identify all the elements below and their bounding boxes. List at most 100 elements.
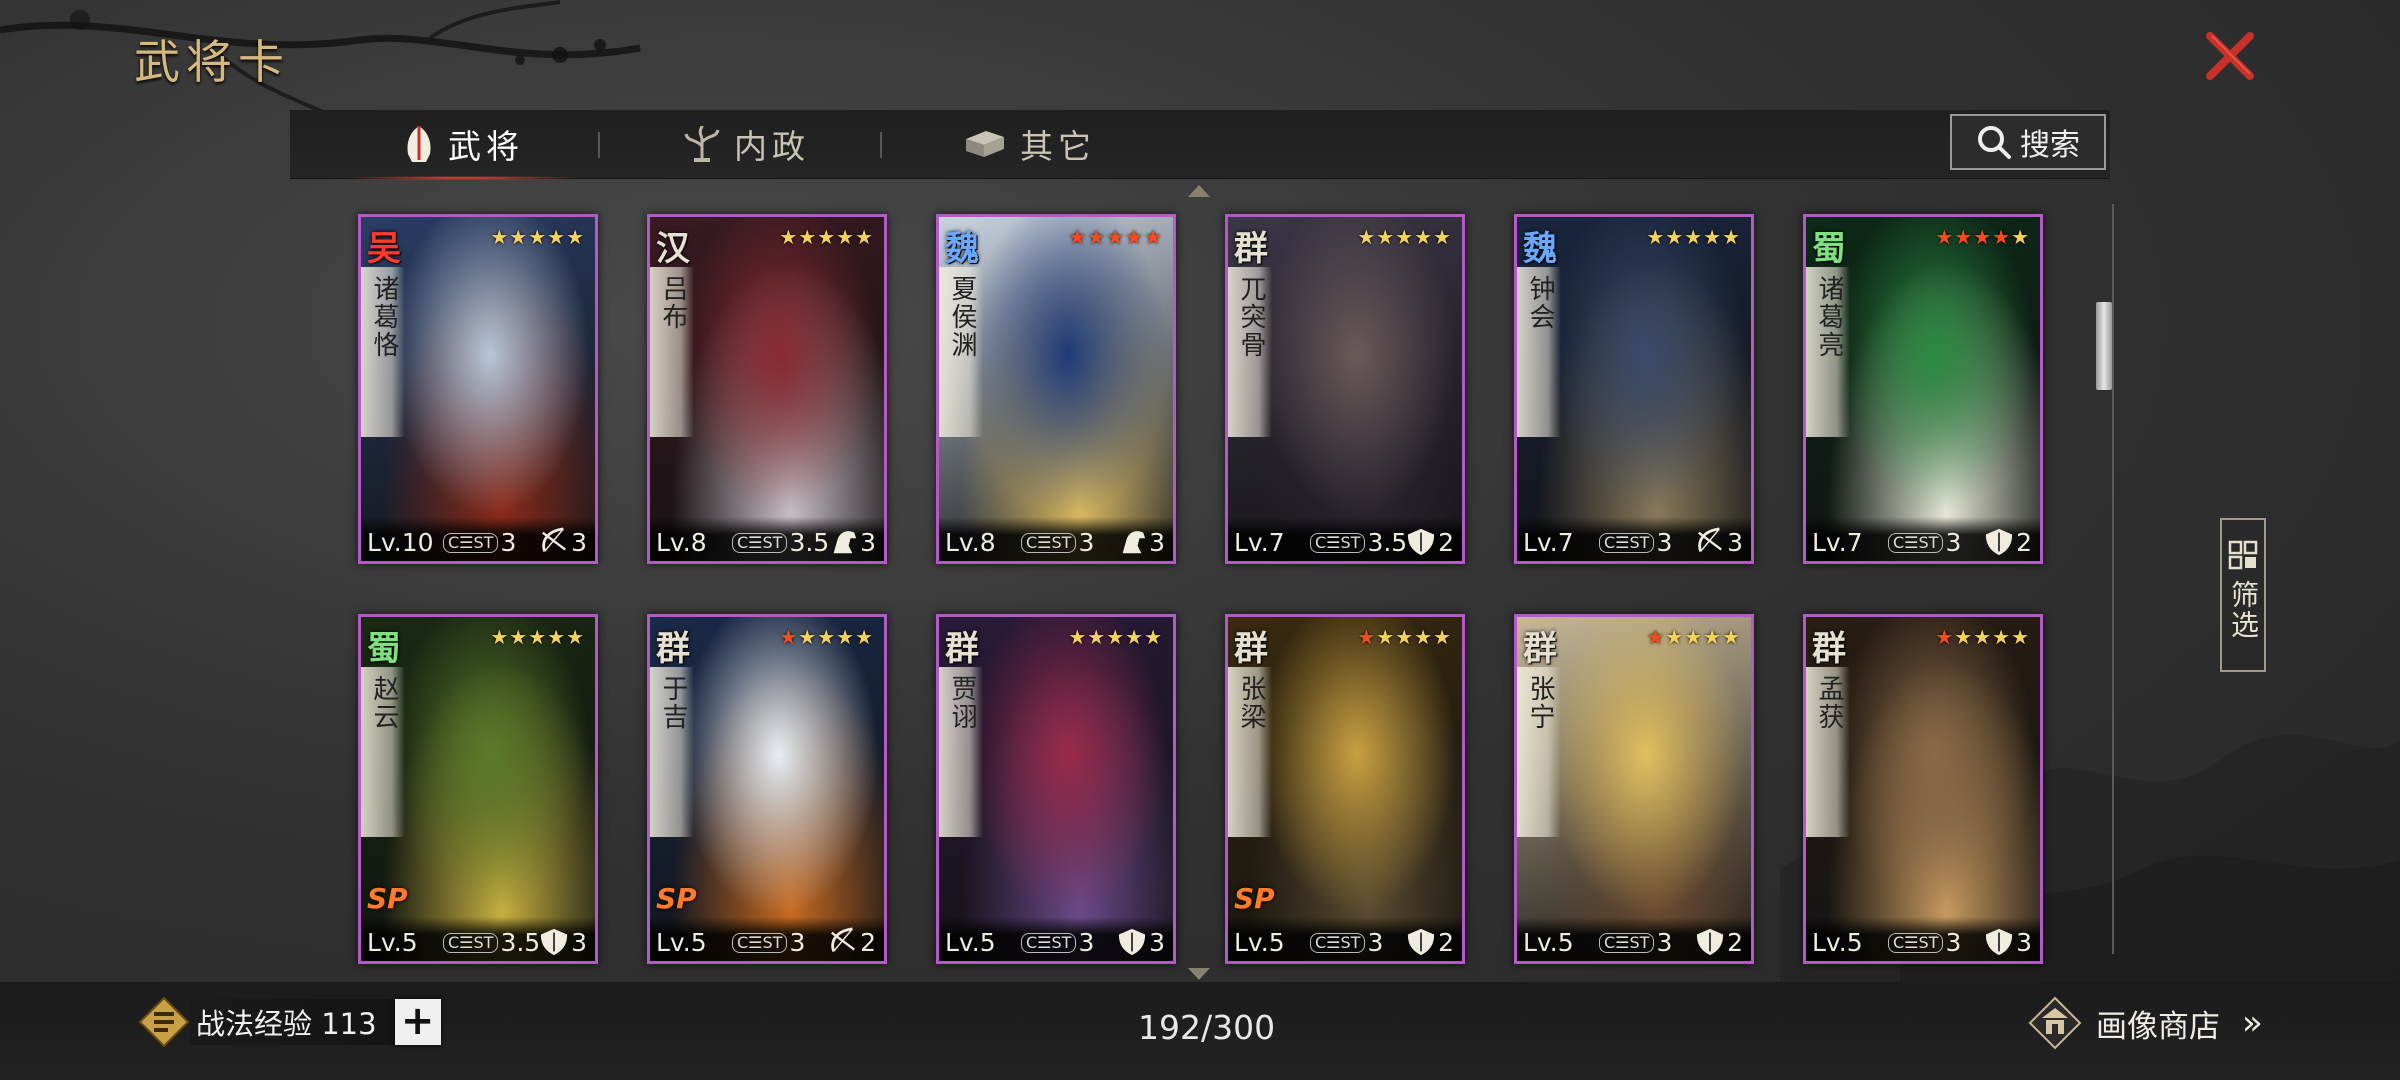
general-name: 赵云	[369, 675, 399, 731]
general-card[interactable]: 蜀诸葛亮 ★★★★★ Lv.7 C☰ST 3 2	[1803, 214, 2043, 564]
general-level: Lv.7	[1812, 528, 1863, 557]
star-rating: ★★★★★	[1935, 225, 2030, 249]
troop-count: 2	[1438, 527, 1454, 557]
general-level: Lv.5	[945, 928, 996, 957]
shield-icon	[1407, 528, 1435, 556]
cost-value: 3.5	[1367, 528, 1408, 557]
general-name: 张梁	[1236, 675, 1266, 731]
card-footer: Lv.5 C☰ST 3 3	[939, 917, 1173, 961]
troop-count: 3	[571, 527, 587, 557]
general-level: Lv.7	[1234, 528, 1285, 557]
cost-value: 3	[1078, 928, 1095, 957]
cost-icon: C☰ST	[1310, 532, 1366, 553]
general-name: 吕布	[658, 275, 688, 331]
card-footer: Lv.10 C☰ST 3 3	[361, 517, 595, 561]
bow-icon	[1698, 527, 1723, 552]
card-footer: Lv.5 C☰ST 3 2	[1517, 917, 1751, 961]
star-rating: ★★★★★	[779, 225, 874, 249]
cost-icon: C☰ST	[1021, 932, 1077, 953]
troop-type: 3	[826, 527, 876, 557]
horse-icon	[1122, 531, 1146, 554]
general-name: 于吉	[658, 675, 688, 731]
scroll-down-arrow-icon	[1188, 968, 1210, 980]
search-label: 搜索	[2020, 128, 2080, 163]
star-rating: ★★★★★	[1646, 225, 1741, 249]
general-level: Lv.5	[1812, 928, 1863, 957]
tab-others[interactable]: 其它	[962, 110, 1096, 178]
close-icon[interactable]	[2202, 28, 2258, 84]
card-footer: Lv.5 C☰ST 3 2	[1228, 917, 1462, 961]
star-rating: ★★★★★	[1357, 625, 1452, 649]
horse-icon	[833, 531, 857, 554]
add-exp-button[interactable]: +	[394, 999, 441, 1045]
tab-label: 其它	[1020, 127, 1096, 166]
general-cost: C☰ST 3	[1599, 928, 1672, 957]
general-card[interactable]: 汉吕布 ★★★★★ Lv.8 C☰ST 3.5 3	[647, 214, 887, 564]
cost-icon: C☰ST	[732, 932, 788, 953]
star-rating: ★★★★★	[490, 625, 585, 649]
cost-icon: C☰ST	[1888, 532, 1944, 553]
chevron-double-right-icon: »	[2242, 1003, 2263, 1043]
star-rating: ★★★★★	[1646, 625, 1741, 649]
tab-generals[interactable]: 武将	[342, 110, 584, 180]
scrollbar-thumb[interactable]	[2096, 302, 2112, 390]
filter-button[interactable]: 筛选	[2220, 518, 2266, 672]
tab-divider	[880, 132, 882, 158]
troop-count: 2	[860, 927, 876, 957]
cost-value: 3	[1945, 928, 1962, 957]
general-cost: C☰ST 3	[732, 928, 805, 957]
general-card[interactable]: 蜀赵云 ★★★★★ SP Lv.5 C☰ST 3.5 3	[358, 614, 598, 964]
general-name: 孟获	[1814, 675, 1844, 731]
troop-type: 3	[537, 527, 587, 557]
star-rating: ★★★★★	[1357, 225, 1452, 249]
general-card[interactable]: 魏钟会 ★★★★★ Lv.7 C☰ST 3 3	[1514, 214, 1754, 564]
star-rating: ★★★★★	[490, 225, 585, 249]
troop-type: 2	[1982, 527, 2032, 557]
cost-value: 3.5	[500, 928, 541, 957]
general-card[interactable]: 魏夏侯渊 ★★★★★ Lv.8 C☰ST 3 3	[936, 214, 1176, 564]
helmet-icon	[407, 126, 431, 162]
card-footer: Lv.5 C☰ST 3.5 3	[361, 917, 595, 961]
shield-icon	[1985, 928, 2013, 956]
tab-internal-affairs[interactable]: 内政	[682, 110, 810, 178]
general-cost: C☰ST 3.5	[443, 928, 540, 957]
tree-icon	[684, 125, 720, 162]
cost-value: 3	[500, 528, 517, 557]
general-name: 夏侯渊	[947, 275, 977, 359]
star-rating: ★★★★★	[779, 625, 874, 649]
search-button[interactable]: 搜索	[1950, 114, 2106, 170]
troop-count: 2	[2016, 527, 2032, 557]
scroll-up-arrow-icon	[1188, 185, 1210, 197]
general-card[interactable]: 群兀突骨 ★★★★★ Lv.7 C☰ST 3.5 2	[1225, 214, 1465, 564]
troop-type: 3	[1115, 927, 1165, 957]
faction-label: 群	[656, 629, 690, 669]
general-card[interactable]: 吴诸葛恪 ★★★★★ Lv.10 C☰ST 3 3	[358, 214, 598, 564]
bow-icon	[542, 527, 567, 552]
troop-count: 3	[860, 527, 876, 557]
faction-label: 魏	[1523, 229, 1557, 269]
tactic-exp-label: 战法经验 113	[190, 999, 395, 1045]
general-name: 钟会	[1525, 275, 1555, 331]
general-card[interactable]: 群张梁 ★★★★★ SP Lv.5 C☰ST 3 2	[1225, 614, 1465, 964]
cost-value: 3	[789, 928, 806, 957]
grid-filter-icon	[2228, 540, 2258, 570]
card-footer: Lv.7 C☰ST 3.5 2	[1228, 517, 1462, 561]
general-level: Lv.10	[367, 528, 434, 557]
general-card[interactable]: 群贾诩 ★★★★★ Lv.5 C☰ST 3 3	[936, 614, 1176, 964]
general-card[interactable]: 群于吉 ★★★★★ SP Lv.5 C☰ST 3 2	[647, 614, 887, 964]
general-level: Lv.7	[1523, 528, 1574, 557]
cost-value: 3	[1656, 528, 1673, 557]
general-card[interactable]: 群张宁 ★★★★★ Lv.5 C☰ST 3 2	[1514, 614, 1754, 964]
cost-icon: C☰ST	[1599, 532, 1655, 553]
portrait-shop-button[interactable]: 画像商店 »	[2026, 994, 2263, 1052]
general-level: Lv.8	[945, 528, 996, 557]
general-card[interactable]: 群孟获 ★★★★★ Lv.5 C☰ST 3 3	[1803, 614, 2043, 964]
troop-type: 3	[1115, 527, 1165, 557]
general-cost: C☰ST 3	[1599, 528, 1672, 557]
faction-label: 汉	[656, 229, 690, 269]
troop-count: 3	[1149, 527, 1165, 557]
card-footer: Lv.8 C☰ST 3 3	[939, 517, 1173, 561]
cost-icon: C☰ST	[1310, 932, 1366, 953]
troop-count: 3	[2016, 927, 2032, 957]
sp-badge: SP	[656, 882, 697, 915]
